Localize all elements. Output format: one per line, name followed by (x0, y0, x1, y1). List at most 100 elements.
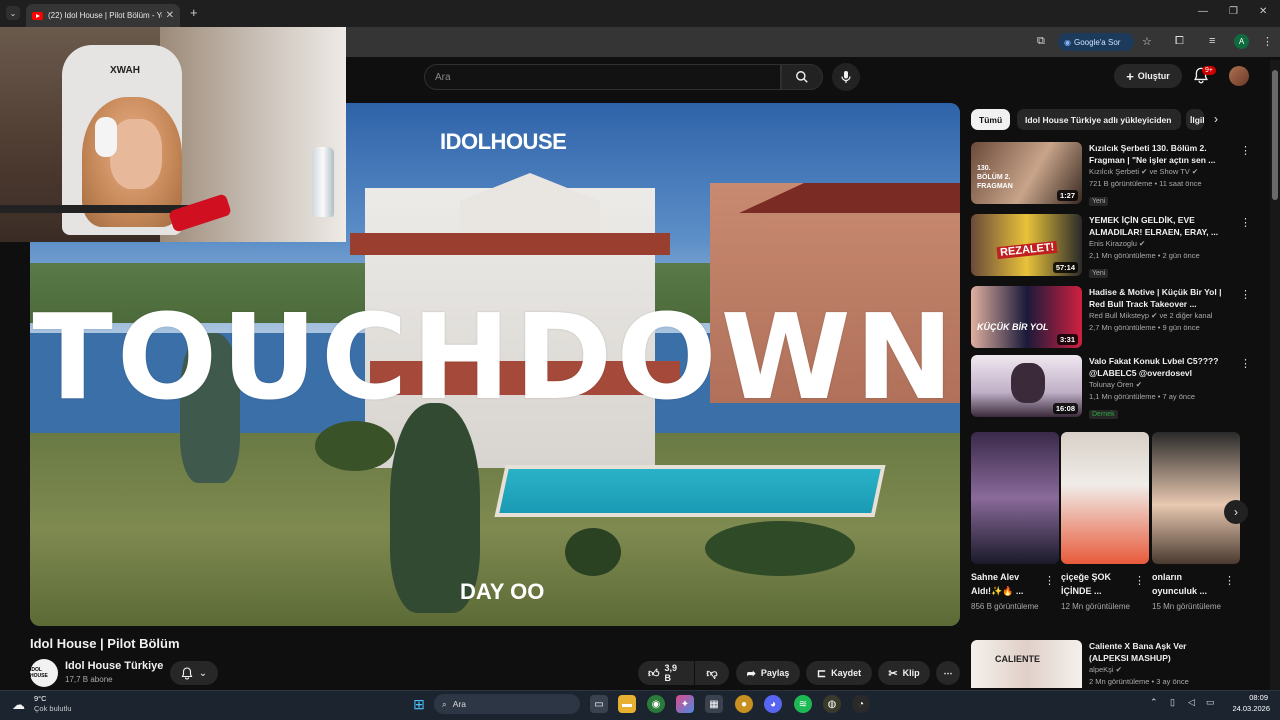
more-vert-icon[interactable]: ⋮ (1134, 574, 1145, 587)
search-icon (796, 71, 808, 83)
create-label: Oluştur (1137, 71, 1170, 81)
short-thumbnail[interactable] (1152, 432, 1240, 564)
copilot-icon[interactable]: ✦ (676, 695, 694, 713)
notification-badge: 9+ (1202, 66, 1216, 75)
short-title[interactable]: Sahne Alev Aldı!✨🔥 ... (971, 570, 1041, 598)
video-overlay-subtitle: DAY OO (460, 579, 545, 604)
recommendation-title: Kızılcık Şerbeti 130. Bölüm 2. Fragman |… (1089, 143, 1216, 165)
shorts-next-button[interactable]: › (1224, 500, 1248, 524)
short-title[interactable]: onların oyunculuk ... (1152, 570, 1222, 598)
recommendation-meta: 2 Mn görüntüleme • 3 ay önce (1089, 677, 1189, 686)
more-vert-icon[interactable]: ⋮ (1044, 574, 1055, 587)
weather-temperature[interactable]: 9°C (34, 694, 47, 703)
recommendation-item[interactable]: REZALET! 57:14 YEMEK İÇİN GELDİK, EVE AL… (971, 214, 1251, 278)
video-frame-roof-main (350, 233, 670, 255)
tab-search-chevron-icon[interactable]: ⌄ (6, 6, 20, 20)
recommendation-item[interactable]: 130. BÖLÜM 2. FRAGMAN 1:27 Kızılcık Şerb… (971, 142, 1251, 206)
bookmark-star-icon[interactable]: ☆ (1142, 35, 1152, 48)
taskbar-time[interactable]: 08:09 (1236, 693, 1268, 702)
short-title[interactable]: çiçeğe ŞOK İÇİNDE ... (1061, 570, 1131, 598)
clip-button[interactable]: ✂ Klip (878, 661, 930, 685)
more-vert-icon[interactable]: ⋮ (1224, 574, 1235, 587)
maximize-button[interactable]: ❐ (1229, 6, 1238, 17)
account-avatar[interactable] (1229, 66, 1249, 86)
browser-profile-avatar[interactable]: A (1234, 34, 1249, 49)
save-button[interactable]: ⊏ Kaydet (806, 661, 872, 685)
spotify-icon[interactable]: ≋ (794, 695, 812, 713)
new-badge: Yeni (1089, 269, 1109, 278)
battery-icon[interactable]: ▭ (1206, 697, 1215, 708)
video-title: Idol House | Pilot Bölüm (30, 636, 180, 651)
task-view-icon[interactable]: ▭ (590, 695, 608, 713)
video-duration: 1:27 (1056, 190, 1078, 201)
chevron-up-icon[interactable]: ⌃ (1150, 697, 1158, 708)
chrome-icon[interactable]: ◉ (647, 695, 665, 713)
create-button[interactable]: + Oluştur (1114, 64, 1182, 88)
more-vert-icon[interactable]: ⋮ (1240, 288, 1251, 301)
search-input[interactable]: Ara (424, 64, 781, 90)
new-tab-button[interactable]: + (190, 5, 198, 20)
weather-description[interactable]: Çok bulutlu (34, 704, 72, 713)
short-thumbnail[interactable] (971, 432, 1059, 564)
taskbar (0, 690, 1280, 720)
minimize-button[interactable]: — (1198, 6, 1208, 17)
google-ask-button[interactable]: ◉ Google'a Sor (1058, 33, 1134, 51)
browser-tab-youtube[interactable]: (22) Idol House | Pilot Bölüm - YouTube … (26, 4, 180, 27)
more-vert-icon[interactable]: ⋮ (1240, 144, 1251, 157)
store-icon[interactable]: ▦ (705, 695, 723, 713)
recommendation-meta: 2,7 Mn görüntüleme • 9 gün önce (1089, 323, 1200, 332)
volume-icon[interactable]: ◁ (1188, 697, 1195, 708)
tab-close-icon[interactable]: ✕ (166, 10, 174, 21)
discord-icon[interactable]: ◕ (764, 695, 782, 713)
recommendation-channel: Tolunay Ören ✔ (1089, 380, 1142, 389)
recommendation-thumbnail: REZALET! 57:14 (971, 214, 1082, 276)
close-window-button[interactable]: ✕ (1259, 6, 1267, 17)
extensions-icon[interactable]: ⧠ (1175, 35, 1184, 48)
voice-search-button[interactable] (832, 63, 860, 91)
short-thumbnail[interactable] (1061, 432, 1149, 564)
app-icon[interactable]: ◍ (823, 695, 841, 713)
scissors-icon: ✂ (888, 667, 898, 680)
channel-name[interactable]: Idol House Türkiye (65, 660, 163, 672)
thumbnail-person (1011, 363, 1045, 403)
video-overlay-brand: IDOLHOUSE (440, 129, 567, 154)
recommendation-item[interactable]: CALIENTE Caliente X Bana Aşk Ver (ALPEKS… (971, 640, 1251, 688)
search-button[interactable] (781, 64, 823, 90)
recommendation-title: YEMEK İÇİN GELDİK, EVE ALMADILAR! ELRAEN… (1089, 215, 1219, 237)
dislike-button[interactable]: 👎︎ (695, 661, 729, 685)
browser-menu-icon[interactable]: ⋮ (1262, 35, 1273, 48)
windows-start-icon[interactable]: ⊞ (410, 695, 428, 713)
taskbar-date[interactable]: 24.03.2026 (1226, 704, 1270, 713)
like-count: 3,9 B (664, 663, 678, 683)
cast-icon[interactable]: ⧉ (1037, 35, 1045, 48)
chip-from-uploader[interactable]: Idol House Türkiye adlı yükleyiciden (1017, 109, 1181, 130)
cloud-icon[interactable]: ☁ (12, 697, 25, 713)
channel-avatar[interactable]: IDOL HOUSE (30, 659, 58, 687)
chip-all[interactable]: Tümü (971, 109, 1011, 130)
like-button[interactable]: 👍︎ 3,9 B (638, 661, 694, 685)
recommendation-meta: 1,1 Mn görüntüleme • 7 ay önce (1089, 392, 1196, 401)
scrollbar-thumb[interactable] (1272, 70, 1278, 200)
reading-list-icon[interactable]: ≡ (1209, 35, 1215, 47)
webcam-water-bottle (312, 147, 334, 217)
network-icon[interactable]: ▯ (1170, 697, 1175, 708)
chevron-right-icon[interactable]: › (1214, 112, 1218, 126)
more-vert-icon[interactable]: ⋮ (1240, 357, 1251, 370)
webcam-chair-text: XWAH (110, 65, 140, 76)
chip-related[interactable]: İlgili (1186, 109, 1204, 130)
recommendation-thumbnail: KÜÇÜK BİR YOL 3:31 (971, 286, 1082, 348)
google-ask-label: Google'a Sor (1073, 37, 1121, 47)
subscription-bell-button[interactable]: ⌄ (170, 661, 218, 685)
more-actions-button[interactable]: ⋯ (936, 661, 960, 685)
recommendation-item[interactable]: KÜÇÜK BİR YOL 3:31 Hadise & Motive | Küç… (971, 286, 1251, 348)
share-button[interactable]: ➦ Paylaş (736, 661, 800, 685)
app-icon[interactable]: ● (735, 695, 753, 713)
file-explorer-icon[interactable]: ▬ (618, 695, 636, 713)
recommendation-item[interactable]: 16:08 Valo Fakat Konuk Lvbel C5???? @LAB… (971, 355, 1251, 419)
obs-icon[interactable]: ◔ (852, 695, 870, 713)
more-vert-icon[interactable]: ⋮ (1240, 216, 1251, 229)
thumbs-down-icon: 👎︎ (706, 667, 718, 680)
taskbar-search[interactable]: ⌕ Ara (434, 694, 580, 714)
recommendation-channel: Enis Kirazoglu ✔ (1089, 239, 1146, 248)
short-views: 12 Mn görüntüleme (1061, 602, 1130, 611)
